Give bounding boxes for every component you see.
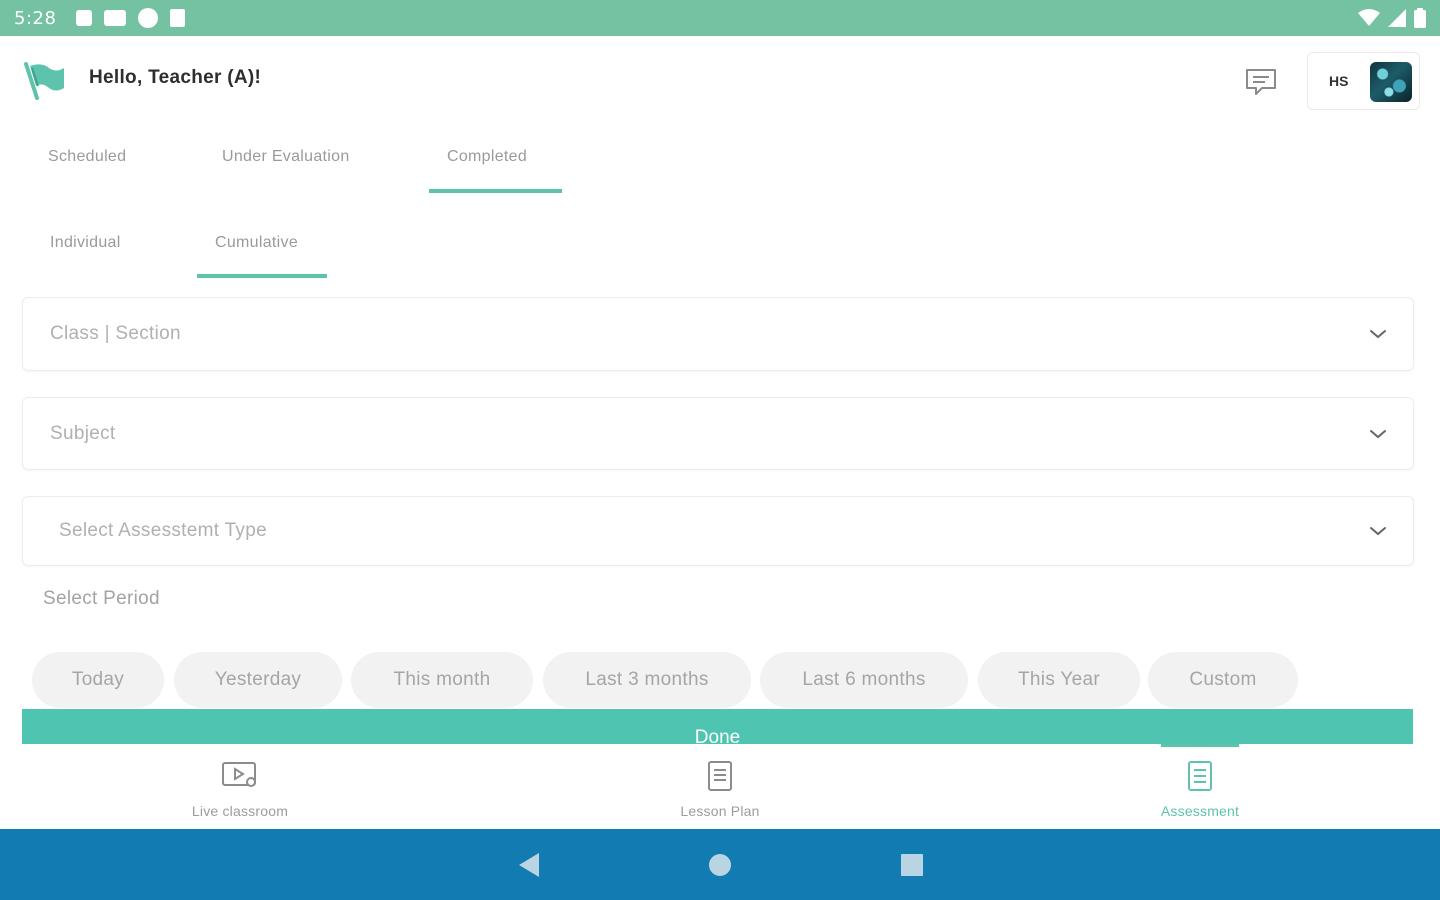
mail-icon bbox=[104, 10, 127, 26]
app-p-icon bbox=[138, 8, 159, 28]
bottom-navigation: Live classroom Lesson Plan Assessment bbox=[0, 744, 1440, 829]
list-doc-icon bbox=[1188, 761, 1212, 791]
app-screen: 5:28 Hello, Teacher (A)! HS Scheduled Un… bbox=[0, 0, 1440, 900]
sd-card-icon bbox=[170, 9, 186, 27]
period-chip-yesterday[interactable]: Yesterday bbox=[174, 652, 342, 708]
subtab-cumulative[interactable]: Cumulative bbox=[215, 234, 298, 252]
back-icon[interactable] bbox=[517, 852, 541, 878]
period-chip-last-6-months[interactable]: Last 6 months bbox=[760, 652, 968, 708]
nav-assessment[interactable]: Assessment bbox=[1080, 744, 1320, 829]
assessment-type-placeholder: Select Assesstemt Type bbox=[59, 520, 267, 541]
video-play-icon bbox=[222, 762, 256, 787]
chevron-down-icon bbox=[1370, 527, 1386, 536]
nav-label-lesson-plan: Lesson Plan bbox=[680, 803, 760, 819]
system-navigation-bar bbox=[0, 829, 1440, 900]
nav-lesson-plan[interactable]: Lesson Plan bbox=[600, 744, 840, 829]
notification-app-icon bbox=[76, 10, 93, 26]
period-chip-today[interactable]: Today bbox=[32, 652, 164, 708]
chat-icon[interactable] bbox=[1244, 68, 1278, 96]
subject-placeholder: Subject bbox=[50, 422, 116, 444]
subtab-active-indicator bbox=[197, 274, 327, 278]
done-button[interactable]: Done bbox=[22, 709, 1413, 744]
document-icon bbox=[708, 761, 732, 791]
battery-icon bbox=[1414, 8, 1426, 28]
class-section-dropdown[interactable]: Class | Section bbox=[22, 297, 1414, 371]
profile-initials: HS bbox=[1329, 73, 1349, 89]
tab-scheduled[interactable]: Scheduled bbox=[48, 148, 126, 166]
done-button-label: Done bbox=[694, 727, 741, 744]
period-chip-this-month[interactable]: This month bbox=[351, 652, 533, 708]
home-icon[interactable] bbox=[708, 853, 732, 877]
wifi-icon bbox=[1358, 9, 1380, 26]
status-time: 5:28 bbox=[14, 7, 57, 29]
assessment-type-dropdown[interactable]: Select Assesstemt Type bbox=[22, 496, 1414, 566]
tab-active-indicator bbox=[429, 189, 562, 193]
system-icons bbox=[1358, 8, 1426, 28]
period-chip-last-3-months[interactable]: Last 3 months bbox=[543, 652, 751, 708]
nav-label-assessment: Assessment bbox=[1160, 803, 1240, 819]
chevron-down-icon bbox=[1370, 330, 1386, 339]
chevron-down-icon bbox=[1370, 429, 1386, 438]
subject-dropdown[interactable]: Subject bbox=[22, 397, 1414, 470]
class-section-placeholder: Class | Section bbox=[50, 323, 181, 344]
app-header: Hello, Teacher (A)! HS bbox=[0, 36, 1440, 124]
avatar bbox=[1370, 62, 1412, 102]
flag-logo-icon bbox=[24, 62, 64, 100]
status-bar: 5:28 bbox=[0, 0, 1440, 36]
tab-under-evaluation[interactable]: Under Evaluation bbox=[222, 148, 350, 166]
select-period-label: Select Period bbox=[43, 588, 160, 609]
tab-completed[interactable]: Completed bbox=[447, 148, 527, 166]
nav-label-live-classroom: Live classroom bbox=[191, 803, 289, 819]
nav-live-classroom[interactable]: Live classroom bbox=[120, 744, 360, 829]
notification-icons bbox=[76, 8, 186, 28]
period-chip-custom[interactable]: Custom bbox=[1148, 652, 1298, 708]
subtab-individual[interactable]: Individual bbox=[50, 234, 121, 252]
cell-signal-icon bbox=[1388, 9, 1406, 27]
greeting-text: Hello, Teacher (A)! bbox=[89, 67, 262, 88]
recents-icon[interactable] bbox=[900, 853, 924, 877]
period-chip-this-year[interactable]: This Year bbox=[978, 652, 1140, 708]
profile-button[interactable]: HS bbox=[1307, 52, 1420, 110]
